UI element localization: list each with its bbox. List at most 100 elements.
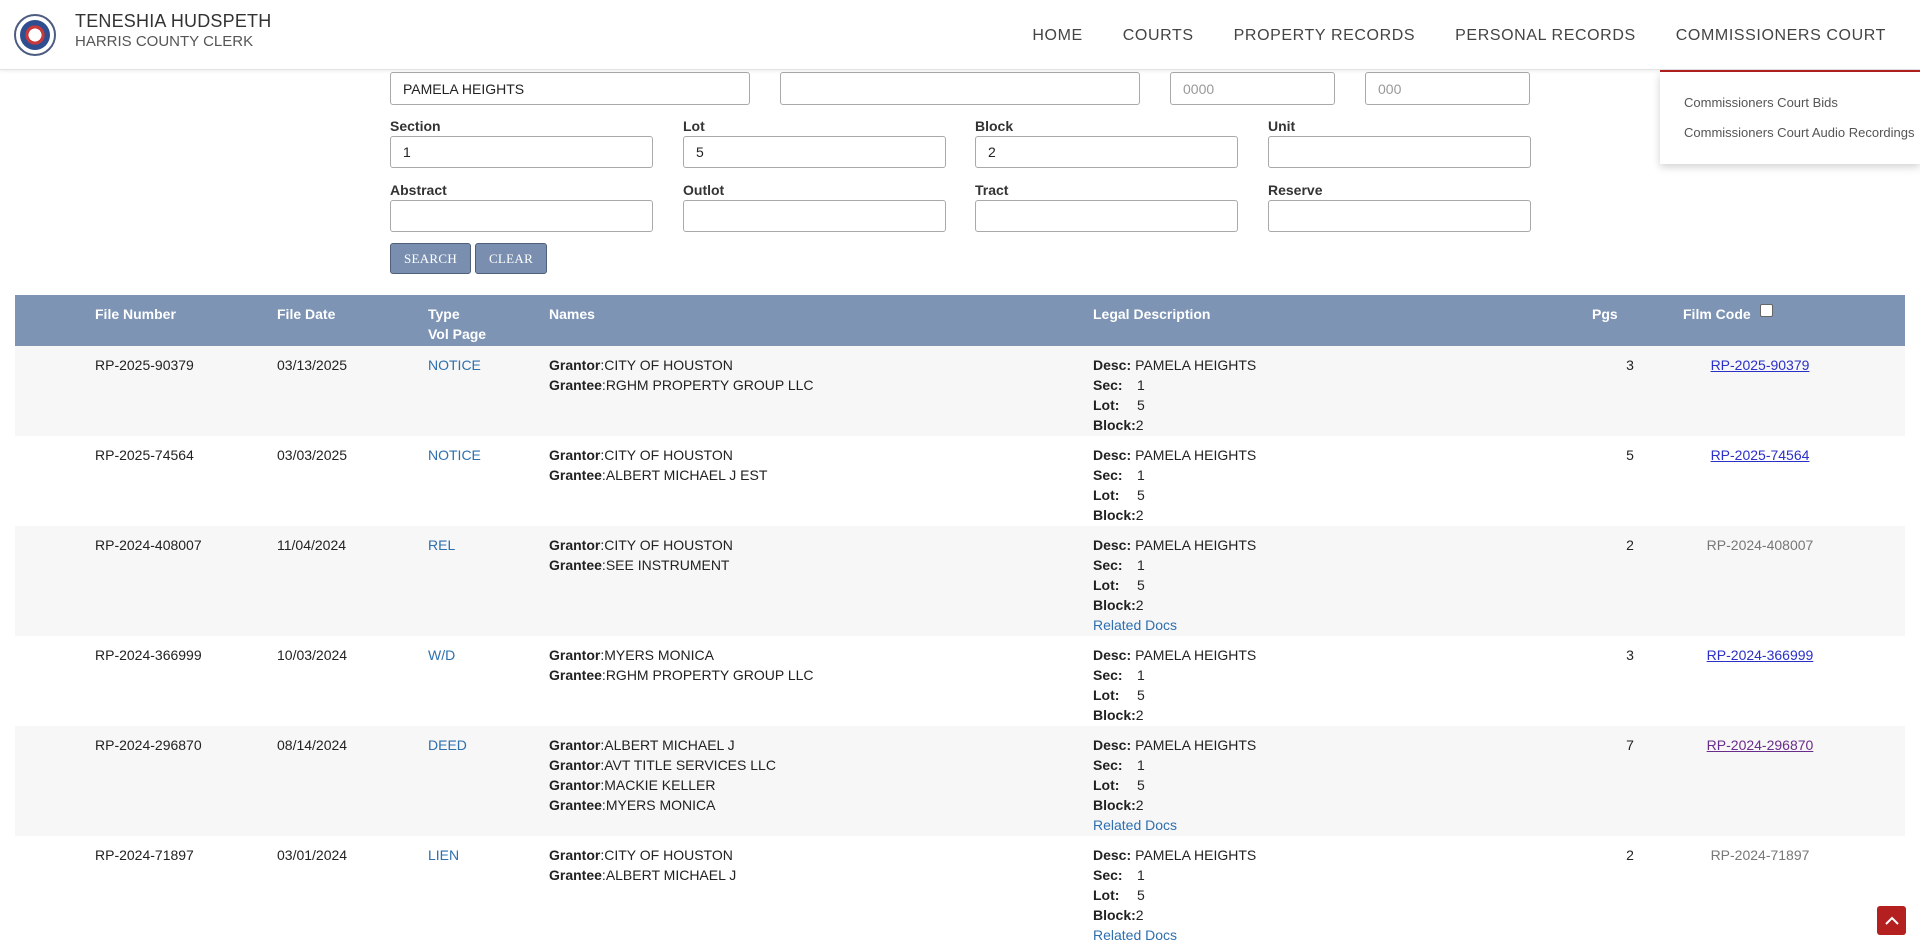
- block-label: Block: [975, 118, 1014, 134]
- legal-block-value: 2: [1135, 797, 1144, 813]
- document-type-link[interactable]: NOTICE: [428, 355, 481, 375]
- film-code-link[interactable]: RP-2024-366999: [1675, 645, 1845, 665]
- page-count: 2: [1626, 537, 1634, 553]
- county-seal-icon[interactable]: [14, 14, 56, 56]
- legal-block-value: 2: [1135, 417, 1144, 433]
- party-names: Grantor:CITY OF HOUSTON Grantee:SEE INSTR…: [549, 535, 733, 575]
- menu-item-audio-recordings[interactable]: Commissioners Court Audio Recordings: [1684, 125, 1914, 140]
- table-row: RP-2024-71897 03/01/2024 LIEN Grantor:CITY …: [15, 836, 1905, 946]
- legal-lot: Lot: 5: [1093, 685, 1256, 705]
- party-name: ALBERT MICHAEL J: [604, 737, 735, 753]
- abstract-input[interactable]: [390, 200, 653, 232]
- legal-sec: Sec: 1: [1093, 665, 1256, 685]
- legal-desc-key: Desc:: [1093, 537, 1132, 553]
- select-all-checkbox[interactable]: [1760, 304, 1773, 317]
- col-file-number[interactable]: File Number: [95, 304, 176, 324]
- document-type-link[interactable]: REL: [428, 535, 455, 555]
- col-type-label[interactable]: Type: [428, 304, 486, 324]
- col-vol-page-label[interactable]: Vol Page: [428, 324, 486, 344]
- site-header: TENESHIA HUDSPETH HARRIS COUNTY CLERK HO…: [0, 0, 1920, 70]
- party-line: Grantee:MYERS MONICA: [549, 797, 716, 813]
- party-name: MYERS MONICA: [604, 647, 714, 663]
- block-input[interactable]: [975, 136, 1238, 168]
- film-code-link[interactable]: RP-2024-296870: [1675, 735, 1845, 755]
- outlot-label: Outlot: [683, 182, 725, 198]
- party-name: RGHM PROPERTY GROUP LLC: [605, 667, 814, 683]
- outlot-input[interactable]: [683, 200, 946, 232]
- legal-block: Block:2: [1093, 505, 1256, 525]
- legal-lot-key: Lot:: [1093, 777, 1120, 793]
- section-label: Section: [390, 118, 441, 134]
- tract-label: Tract: [975, 182, 1009, 198]
- legal-lot: Lot: 5: [1093, 885, 1256, 905]
- legal-sec-key: Sec:: [1093, 467, 1123, 483]
- col-legal-description[interactable]: Legal Description: [1093, 304, 1210, 324]
- unit-input[interactable]: [1268, 136, 1531, 168]
- tract-input[interactable]: [975, 200, 1238, 232]
- search-field-2[interactable]: [780, 72, 1140, 105]
- party-role: Grantor: [549, 537, 601, 553]
- party-line: Grantee:RGHM PROPERTY GROUP LLC: [549, 667, 814, 683]
- legal-block-key: Block:: [1093, 797, 1136, 813]
- nav-commissioners-court[interactable]: COMMISSIONERS COURT: [1656, 26, 1920, 70]
- reserve-input[interactable]: [1268, 200, 1531, 232]
- scroll-top-button[interactable]: [1877, 906, 1906, 935]
- table-row: RP-2025-74564 03/03/2025 NOTICE Grantor:CIT…: [15, 436, 1905, 526]
- related-docs-link[interactable]: Related Docs: [1093, 615, 1256, 635]
- legal-lot-value: 5: [1137, 487, 1145, 503]
- page-count: 3: [1626, 647, 1634, 663]
- document-type-link[interactable]: NOTICE: [428, 445, 481, 465]
- party-role: Grantor: [549, 847, 601, 863]
- legal-sec-key: Sec:: [1093, 867, 1123, 883]
- legal-description: Desc: PAMELA HEIGHTS Sec: 1 Lot: 5 Block:2: [1093, 645, 1256, 725]
- legal-sec-value: 1: [1137, 467, 1145, 483]
- film-code-link[interactable]: RP-2025-90379: [1675, 355, 1845, 375]
- col-type: Type Vol Page: [428, 304, 486, 344]
- nav-courts[interactable]: COURTS: [1103, 26, 1214, 70]
- nav-personal-records[interactable]: PERSONAL RECORDS: [1435, 26, 1656, 70]
- col-names[interactable]: Names: [549, 304, 595, 324]
- film-code-link[interactable]: RP-2025-74564: [1675, 445, 1845, 465]
- document-type-link[interactable]: LIEN: [428, 845, 459, 865]
- film-code-text: RP-2024-408007: [1706, 537, 1814, 553]
- clear-button[interactable]: CLEAR: [475, 243, 547, 274]
- file-number: RP-2025-90379: [95, 357, 194, 373]
- file-date: 08/14/2024: [277, 737, 348, 753]
- legal-description: Desc: PAMELA HEIGHTS Sec: 1 Lot: 5 Block:2 Rela…: [1093, 735, 1256, 835]
- legal-sec: Sec: 1: [1093, 555, 1256, 575]
- legal-sec-value: 1: [1137, 667, 1145, 683]
- document-type-link[interactable]: DEED: [428, 735, 467, 755]
- search-field-4[interactable]: [1365, 72, 1530, 105]
- party-role: Grantee: [549, 667, 602, 683]
- subdivision-input[interactable]: [390, 72, 750, 105]
- section-input[interactable]: [390, 136, 653, 168]
- col-film-code[interactable]: Film Code: [1683, 304, 1751, 324]
- legal-sec: Sec: 1: [1093, 375, 1256, 395]
- party-role: Grantee: [549, 867, 602, 883]
- legal-description: Desc: PAMELA HEIGHTS Sec: 1 Lot: 5 Block:2 Rela…: [1093, 535, 1256, 635]
- film-code-text: RP-2024-71897: [1710, 847, 1810, 863]
- nav-property-records[interactable]: PROPERTY RECORDS: [1214, 26, 1436, 70]
- nav-home[interactable]: HOME: [1012, 26, 1102, 70]
- search-field-3[interactable]: [1170, 72, 1335, 105]
- related-docs-link[interactable]: Related Docs: [1093, 925, 1256, 945]
- party-role: Grantor: [549, 357, 601, 373]
- search-button[interactable]: SEARCH: [390, 243, 471, 274]
- document-type-link[interactable]: W/D: [428, 645, 455, 665]
- col-pgs[interactable]: Pgs: [1592, 304, 1618, 324]
- legal-lot-key: Lot:: [1093, 397, 1120, 413]
- legal-block: Block:2: [1093, 595, 1256, 615]
- menu-item-court-bids[interactable]: Commissioners Court Bids: [1684, 95, 1838, 110]
- legal-sec-key: Sec:: [1093, 757, 1123, 773]
- party-name: SEE INSTRUMENT: [605, 557, 730, 573]
- col-file-date[interactable]: File Date: [277, 304, 335, 324]
- clerk-name[interactable]: TENESHIA HUDSPETH: [75, 11, 271, 32]
- clerk-title[interactable]: HARRIS COUNTY CLERK: [75, 33, 253, 50]
- legal-sec-value: 1: [1137, 757, 1145, 773]
- party-name: CITY OF HOUSTON: [604, 847, 733, 863]
- legal-desc-key: Desc:: [1093, 737, 1132, 753]
- lot-input[interactable]: [683, 136, 946, 168]
- party-role: Grantee: [549, 467, 602, 483]
- related-docs-link[interactable]: Related Docs: [1093, 815, 1256, 835]
- legal-desc-value: PAMELA HEIGHTS: [1135, 647, 1257, 663]
